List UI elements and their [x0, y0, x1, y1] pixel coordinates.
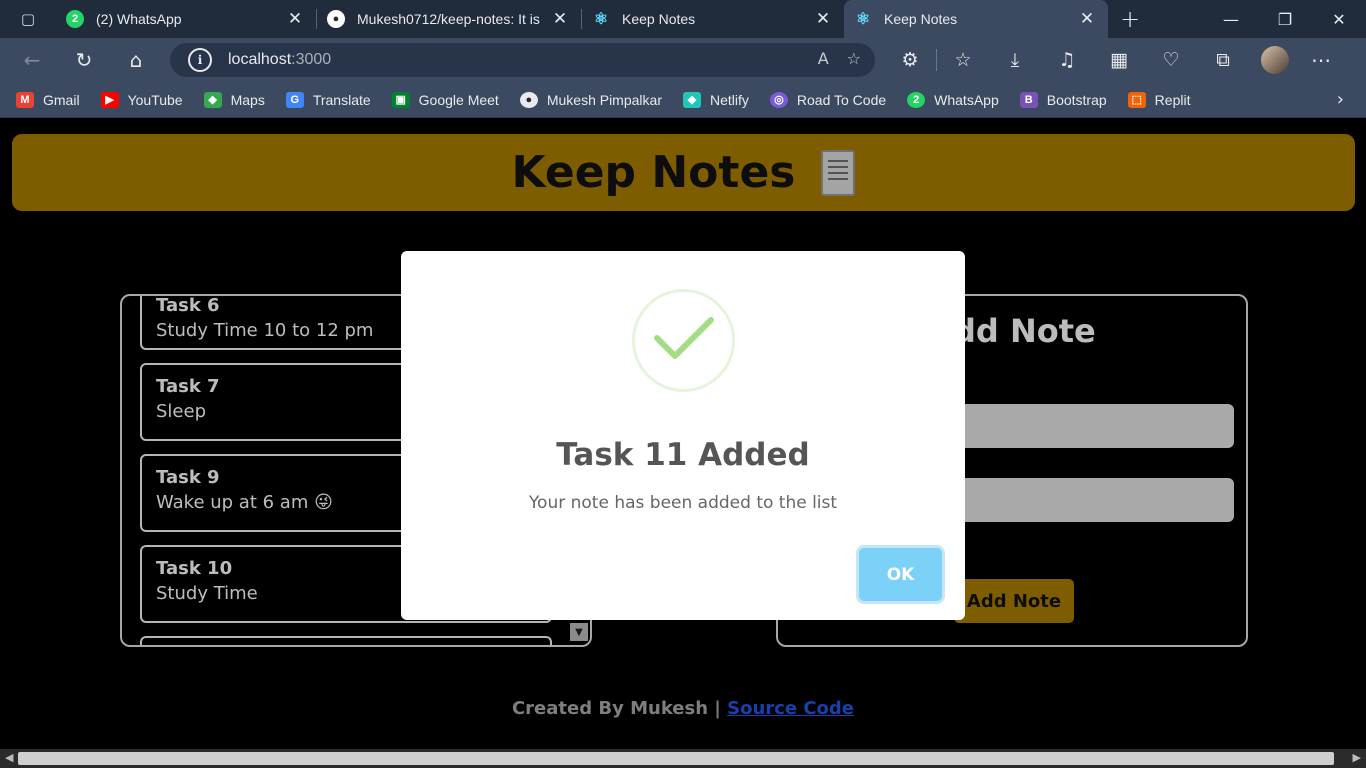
- new-tab-button[interactable]: +: [1108, 5, 1152, 33]
- bookmark-label: Road To Code: [796, 91, 887, 108]
- toolbar-icons: ⚙ ☆ ⤓ ♫ ▦ ♡ ⧉ ⋯: [884, 38, 1341, 82]
- restore-icon[interactable]: ❐: [1258, 0, 1312, 38]
- bookmark-label: Bootstrap: [1046, 91, 1107, 108]
- replit-icon: ⬚: [1127, 91, 1146, 108]
- close-window-icon[interactable]: ✕: [1312, 0, 1366, 38]
- bootstrap-icon: B: [1019, 91, 1038, 108]
- close-icon[interactable]: ✕: [1076, 9, 1098, 29]
- read-aloud-icon[interactable]: A: [818, 49, 829, 68]
- tab-title: Keep Notes: [622, 11, 696, 27]
- react-icon: ⚛: [855, 11, 871, 28]
- bookmark-road-to-code[interactable]: ◎ Road To Code: [769, 91, 887, 108]
- notifications-icon[interactable]: ♫: [1041, 49, 1093, 71]
- chevron-right-icon[interactable]: ›: [1337, 89, 1344, 110]
- bookmark-label: Google Meet: [418, 91, 499, 108]
- whatsapp-icon: 2: [66, 10, 84, 28]
- address-bar[interactable]: i localhost:3000 A ☆: [170, 43, 875, 77]
- browser-essentials-icon[interactable]: ♡: [1145, 49, 1197, 71]
- netlify-icon: ◆: [682, 91, 701, 108]
- tab-title: (2) WhatsApp: [96, 11, 182, 27]
- bookmark-label: Gmail: [43, 91, 80, 108]
- tab-keep-notes[interactable]: ⚛ Keep Notes ✕: [582, 0, 844, 38]
- bookmark-label: WhatsApp: [934, 91, 999, 108]
- extensions-icon[interactable]: ⚙: [884, 49, 936, 71]
- scroll-right-icon[interactable]: ▶: [1353, 751, 1361, 764]
- react-icon: ⚛: [593, 11, 609, 28]
- bookmark-translate[interactable]: G Translate: [285, 91, 371, 108]
- bookmark-youtube[interactable]: ▶ YouTube: [100, 91, 183, 108]
- scrollbar-thumb[interactable]: [18, 752, 1334, 765]
- home-icon[interactable]: ⌂: [110, 38, 162, 82]
- address-bar-actions: A ☆: [818, 49, 861, 68]
- back-icon[interactable]: ←: [6, 38, 58, 82]
- success-check-icon: [632, 289, 735, 392]
- close-icon[interactable]: ✕: [284, 9, 306, 29]
- math-solver-icon[interactable]: ▦: [1093, 49, 1145, 71]
- bookmark-label: Mukesh Pimpalkar: [546, 91, 662, 108]
- bookmark-github-profile[interactable]: ● Mukesh Pimpalkar: [519, 91, 662, 108]
- url-host: localhost: [228, 51, 292, 68]
- tab-whatsapp[interactable]: 2 (2) WhatsApp ✕: [56, 0, 316, 38]
- horizontal-scrollbar[interactable]: ◀ ▶: [0, 749, 1366, 768]
- tab-github[interactable]: ● Mukesh0712/keep-notes: It is ✕: [317, 0, 581, 38]
- tab-keep-notes-active[interactable]: ⚛ Keep Notes ✕: [844, 0, 1108, 38]
- bookmark-label: Translate: [312, 91, 371, 108]
- close-icon[interactable]: ✕: [549, 9, 571, 29]
- bookmark-google-meet[interactable]: ▣ Google Meet: [391, 91, 499, 108]
- bookmark-label: Maps: [230, 91, 265, 108]
- maps-icon: ◆: [203, 91, 222, 108]
- bookmark-whatsapp[interactable]: 2 WhatsApp: [907, 91, 999, 108]
- minimize-icon[interactable]: —: [1204, 0, 1258, 38]
- url-text[interactable]: localhost:3000: [228, 51, 331, 69]
- favorites-icon[interactable]: ☆: [937, 49, 989, 71]
- dialog-message: Your note has been added to the list: [528, 493, 838, 513]
- bookmark-label: Replit: [1154, 91, 1191, 108]
- reload-icon[interactable]: ↻: [58, 38, 110, 82]
- whatsapp-icon: 2: [907, 91, 926, 108]
- bookmark-label: YouTube: [127, 91, 183, 108]
- bookmark-gmail[interactable]: M Gmail: [16, 91, 80, 108]
- browser-tab-bar: ▢ 2 (2) WhatsApp ✕ ● Mukesh0712/keep-not…: [0, 0, 1366, 38]
- bookmarks-bar: M Gmail ▶ YouTube ◆ Maps G Translate ▣ Google…: [0, 82, 1366, 118]
- bookmark-replit[interactable]: ⬚ Replit: [1127, 91, 1191, 108]
- ok-button[interactable]: OK: [859, 548, 942, 601]
- window-controls: — ❐ ✕: [1204, 0, 1366, 38]
- bookmark-netlify[interactable]: ◆ Netlify: [682, 91, 749, 108]
- bookmark-label: Netlify: [709, 91, 749, 108]
- tab-title: Mukesh0712/keep-notes: It is: [357, 11, 540, 27]
- scroll-left-icon[interactable]: ◀: [5, 751, 13, 764]
- url-port: :3000: [291, 51, 332, 68]
- site-info-icon[interactable]: i: [188, 48, 212, 72]
- add-favorite-icon[interactable]: ☆: [847, 49, 861, 68]
- profile-avatar[interactable]: [1261, 46, 1289, 74]
- tab-actions-icon[interactable]: ▢: [0, 0, 56, 38]
- translate-icon: G: [285, 91, 304, 108]
- gmail-icon: M: [16, 91, 34, 108]
- downloads-icon[interactable]: ⤓: [989, 49, 1041, 71]
- bookmark-bootstrap[interactable]: B Bootstrap: [1019, 91, 1107, 108]
- meet-icon: ▣: [391, 91, 410, 108]
- github-icon: ●: [327, 10, 345, 28]
- dialog-title: Task 11 Added: [556, 437, 810, 473]
- github-icon: ●: [519, 91, 538, 108]
- bookmark-maps[interactable]: ◆ Maps: [203, 91, 265, 108]
- more-options-icon[interactable]: ⋯: [1301, 48, 1341, 72]
- collections-icon[interactable]: ⧉: [1197, 49, 1249, 71]
- roadtocode-icon: ◎: [769, 91, 788, 108]
- checkmark-icon: [654, 317, 714, 359]
- close-icon[interactable]: ✕: [812, 9, 834, 29]
- youtube-icon: ▶: [100, 91, 119, 108]
- browser-toolbar: ← ↻ ⌂ i localhost:3000 A ☆ ⚙ ☆ ⤓ ♫ ▦ ♡ ⧉…: [0, 38, 1366, 82]
- tab-title: Keep Notes: [884, 11, 958, 27]
- success-dialog: Task 11 Added Your note has been added t…: [401, 251, 965, 620]
